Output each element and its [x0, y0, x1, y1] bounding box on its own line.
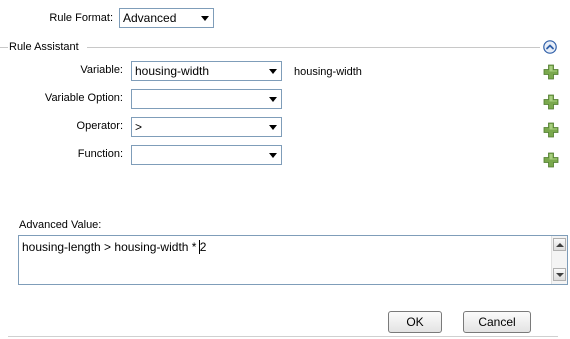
divider-left — [0, 47, 8, 48]
textarea-scrollbar[interactable] — [551, 236, 567, 284]
variable-option-select[interactable] — [131, 89, 282, 109]
variable-label: Variable: — [80, 64, 123, 76]
variable-display-text: housing-width — [294, 66, 362, 78]
add-variable-plus-icon[interactable] — [543, 64, 559, 80]
advanced-value-text: housing-length > housing-width * 2 — [22, 240, 207, 254]
variable-option-label: Variable Option: — [44, 92, 123, 104]
advanced-value-label: Advanced Value: — [19, 219, 102, 231]
bottom-divider — [8, 336, 558, 337]
divider-right — [87, 47, 540, 48]
chevron-down-icon — [269, 125, 277, 130]
arrow-up-icon — [556, 243, 564, 247]
rule-format-value: Advanced — [123, 11, 177, 25]
chevron-down-icon — [269, 97, 277, 102]
add-operator-plus-icon[interactable] — [543, 122, 559, 138]
function-select[interactable] — [131, 145, 282, 165]
ok-button[interactable]: OK — [388, 311, 442, 333]
chevron-down-icon — [201, 16, 209, 21]
chevron-up-circle-icon[interactable] — [543, 40, 557, 54]
rule-editor-panel: Rule Format: Advanced Rule Assistant Var… — [0, 0, 570, 339]
advanced-value-textarea[interactable]: housing-length > housing-width * 2 — [18, 235, 568, 285]
rule-format-label: Rule Format: — [49, 12, 113, 24]
rule-format-select[interactable]: Advanced — [119, 8, 214, 28]
chevron-down-icon — [269, 153, 277, 158]
arrow-down-icon — [556, 273, 564, 277]
variable-value: housing-width — [135, 64, 210, 78]
variable-select[interactable]: housing-width — [131, 61, 282, 81]
operator-value: > — [135, 120, 143, 134]
scroll-down-button[interactable] — [553, 268, 566, 281]
operator-label: Operator: — [76, 120, 123, 132]
cancel-button[interactable]: Cancel — [463, 311, 531, 333]
chevron-down-icon — [269, 69, 277, 74]
scroll-up-button[interactable] — [553, 238, 566, 251]
function-label: Function: — [77, 148, 123, 160]
add-variable-option-plus-icon[interactable] — [543, 94, 559, 110]
rule-assistant-title: Rule Assistant — [9, 41, 79, 53]
operator-select[interactable]: > — [131, 117, 282, 137]
add-function-plus-icon[interactable] — [543, 152, 559, 168]
text-caret — [199, 240, 200, 254]
